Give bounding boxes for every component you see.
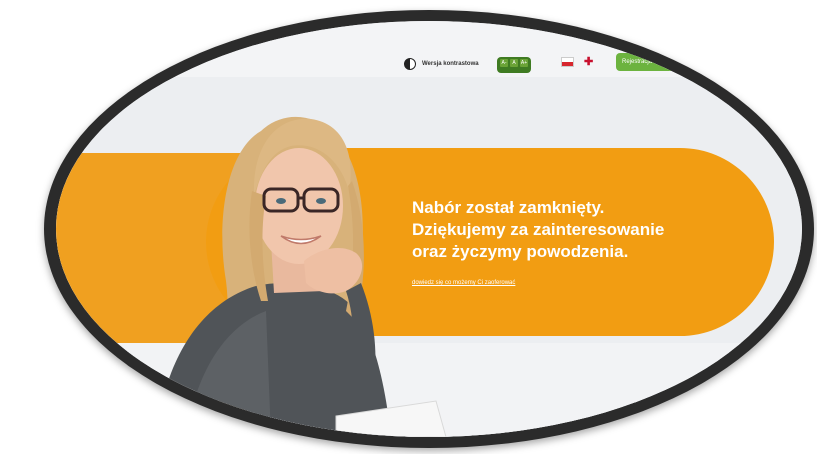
headline-line-1: Nabór został zamknięty. — [412, 198, 605, 217]
headline-line-2: Dziękujemy za zainteresowanie — [412, 220, 665, 239]
offer-link[interactable]: dowiedz się co możemy Ci zaoferować — [412, 280, 515, 286]
headline-line-3: oraz życzymy powodzenia. — [412, 242, 629, 261]
page-viewport: Wersja kontrastowa A- A A+ ✚ Rejestracja — [56, 21, 802, 437]
hero-headline: Nabór został zamknięty. Dziękujemy za za… — [412, 197, 712, 263]
